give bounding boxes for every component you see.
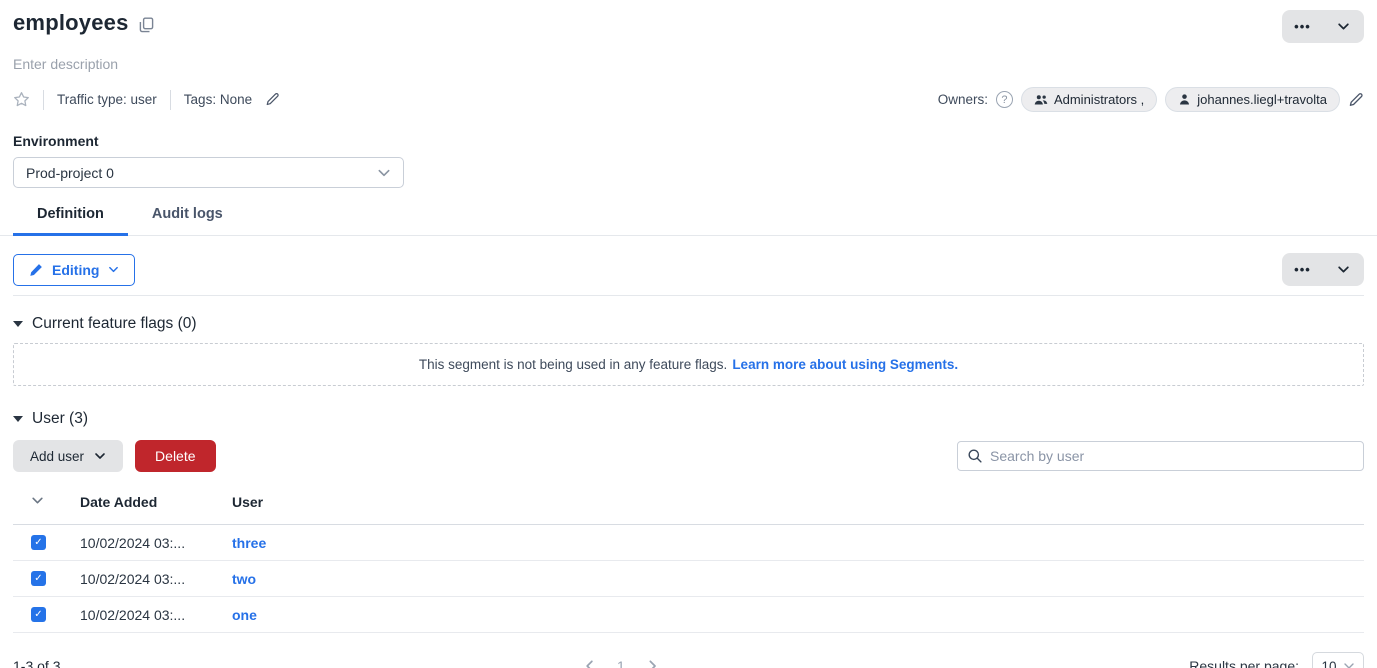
page-title: employees (13, 10, 129, 36)
environment-selected-value: Prod-project 0 (26, 165, 114, 181)
user-section-header[interactable]: User (3) (13, 410, 1364, 428)
empty-message: This segment is not being used in any fe… (419, 357, 727, 372)
owner-chip-label: Administrators , (1054, 92, 1144, 107)
user-search (957, 441, 1364, 471)
row-checkbox[interactable]: ✓ (31, 535, 46, 550)
pagination-bar: 1-3 of 3 1 Results per page: 10 (13, 646, 1364, 668)
definition-actions-group: ••• (1282, 253, 1364, 286)
chevron-down-icon (108, 264, 119, 275)
tab-definition[interactable]: Definition (13, 206, 128, 236)
results-per-page-select[interactable]: 10 (1312, 652, 1364, 668)
page-number[interactable]: 1 (617, 658, 625, 668)
owner-chip-label: johannes.liegl+travolta (1197, 92, 1327, 107)
meta-row: Traffic type: user Tags: None Owners: ? … (13, 87, 1364, 112)
chevron-down-icon (377, 166, 391, 180)
more-options-button[interactable]: ••• (1282, 253, 1323, 286)
caret-down-icon (13, 321, 23, 327)
next-page-button[interactable] (643, 657, 661, 668)
star-icon[interactable] (13, 91, 30, 108)
copy-icon[interactable] (139, 17, 154, 33)
chevron-down-icon (1337, 20, 1350, 33)
divider (170, 90, 171, 110)
divider (13, 295, 1364, 296)
feature-flags-section-header[interactable]: Current feature flags (0) (13, 315, 1364, 333)
person-icon (1178, 93, 1191, 106)
group-icon (1034, 94, 1048, 106)
tags-label: Tags: None (184, 92, 252, 107)
results-range: 1-3 of 3 (13, 658, 60, 668)
segment-page: employees ••• Enter description (0, 0, 1377, 668)
editing-label: Editing (52, 262, 99, 278)
divider (43, 90, 44, 110)
header-actions-group: ••• (1282, 10, 1364, 43)
delete-button[interactable]: Delete (135, 440, 215, 472)
chevron-down-icon (1343, 660, 1355, 668)
more-options-button[interactable]: ••• (1282, 10, 1323, 43)
edit-tags-icon[interactable] (265, 92, 280, 107)
feature-flags-title: Current feature flags (0) (32, 315, 197, 333)
edit-owners-icon[interactable] (1348, 92, 1364, 108)
column-header-user[interactable]: User (232, 494, 1364, 525)
environment-select[interactable]: Prod-project 0 (13, 157, 404, 188)
caret-down-icon (13, 416, 23, 422)
table-row: ✓ 10/02/2024 03:... one (13, 597, 1364, 633)
page-header: employees ••• (13, 0, 1364, 43)
owners-label: Owners: (938, 92, 988, 107)
chevron-down-icon (1337, 263, 1350, 276)
table-row: ✓ 10/02/2024 03:... two (13, 561, 1364, 597)
collapse-definition-button[interactable] (1323, 253, 1364, 286)
date-added-cell: 10/02/2024 03:... (80, 597, 232, 633)
help-icon[interactable]: ? (996, 91, 1013, 108)
feature-flags-empty-state: This segment is not being used in any fe… (13, 343, 1364, 386)
pencil-icon (29, 263, 43, 277)
date-added-cell: 10/02/2024 03:... (80, 561, 232, 597)
user-actions-row: Add user Delete (13, 440, 1364, 472)
table-header-row: Date Added User (13, 494, 1364, 525)
previous-page-button[interactable] (581, 657, 599, 668)
user-link[interactable]: three (232, 535, 266, 551)
table-row: ✓ 10/02/2024 03:... three (13, 525, 1364, 561)
traffic-type-label: Traffic type: user (57, 92, 157, 107)
learn-more-link[interactable]: Learn more about using Segments. (732, 357, 958, 372)
add-user-label: Add user (30, 449, 84, 464)
results-per-page-value: 10 (1321, 659, 1336, 668)
user-link[interactable]: one (232, 607, 257, 623)
tab-bar: Definition Audit logs (0, 206, 1377, 236)
add-user-button[interactable]: Add user (13, 440, 123, 472)
chevron-right-icon (645, 659, 659, 668)
environment-section: Environment Prod-project 0 (13, 133, 1364, 188)
owner-chip-administrators[interactable]: Administrators , (1021, 87, 1157, 112)
owner-chip-user[interactable]: johannes.liegl+travolta (1165, 87, 1340, 112)
description-placeholder[interactable]: Enter description (13, 56, 1364, 72)
select-all-chevron-icon[interactable] (31, 494, 44, 507)
definition-toolbar: Editing ••• (13, 253, 1364, 286)
chevron-left-icon (583, 659, 597, 668)
editing-button[interactable]: Editing (13, 254, 135, 286)
row-checkbox[interactable]: ✓ (31, 571, 46, 586)
date-added-cell: 10/02/2024 03:... (80, 525, 232, 561)
column-header-date-added[interactable]: Date Added (80, 494, 232, 525)
results-per-page-label: Results per page: (1189, 658, 1299, 668)
chevron-down-icon (94, 450, 106, 462)
search-input[interactable] (990, 448, 1354, 464)
environment-label: Environment (13, 133, 1364, 149)
search-icon (967, 448, 983, 464)
user-section-title: User (3) (32, 410, 88, 428)
collapse-header-button[interactable] (1323, 10, 1364, 43)
user-table: Date Added User ✓ 10/02/2024 03:... thre… (13, 494, 1364, 633)
user-link[interactable]: two (232, 571, 256, 587)
row-checkbox[interactable]: ✓ (31, 607, 46, 622)
tab-audit-logs[interactable]: Audit logs (128, 206, 247, 236)
